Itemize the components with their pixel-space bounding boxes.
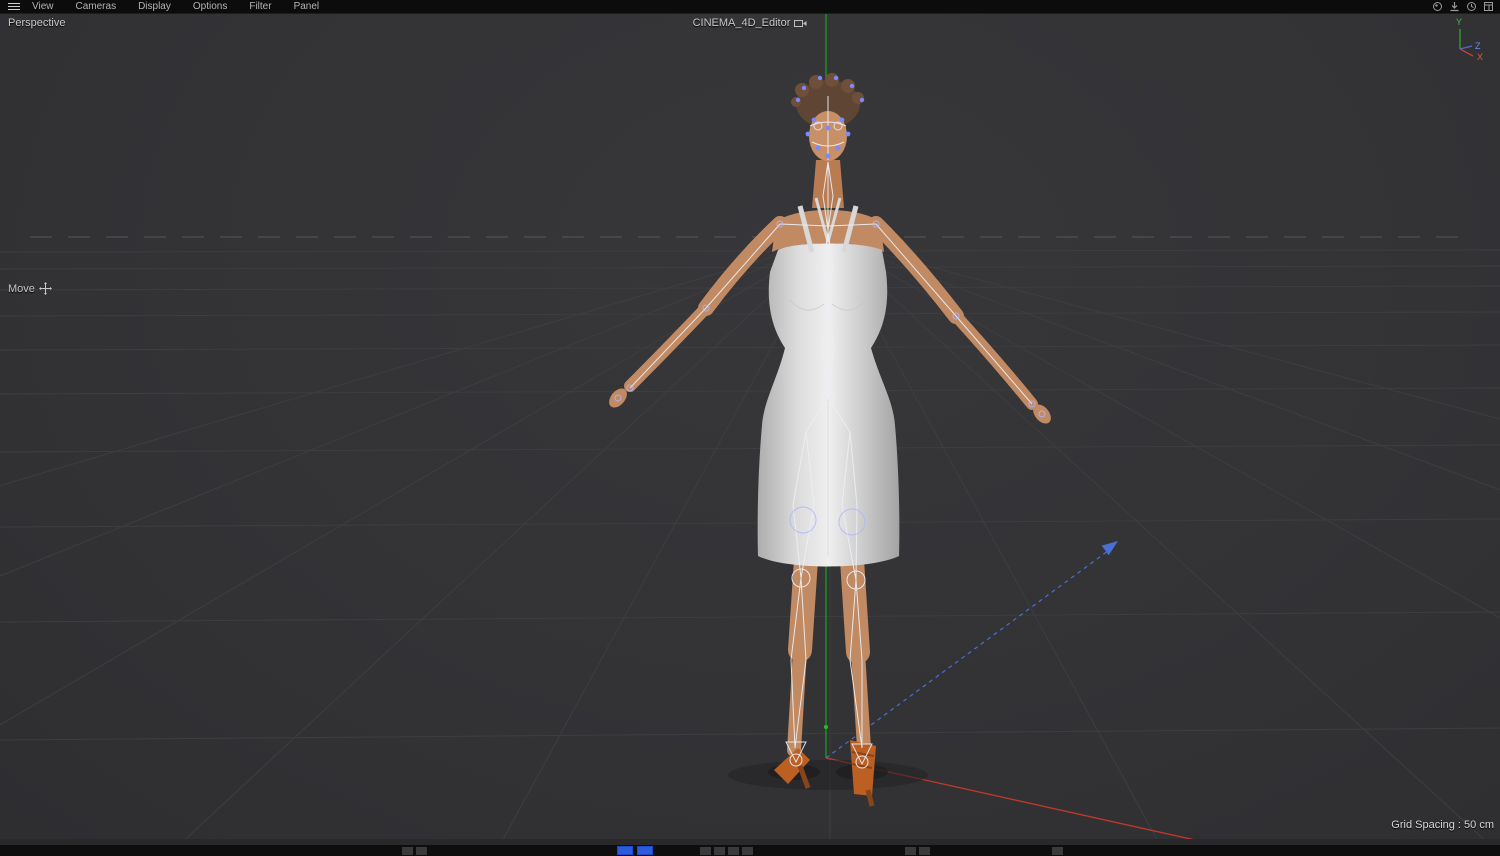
menubar-icon-group xyxy=(1432,1,1500,12)
viewport-camera-label-row: CINEMA_4D_Editor xyxy=(0,17,1500,29)
axis-z-label: Z xyxy=(1475,41,1481,51)
menu-view[interactable]: View xyxy=(32,0,54,13)
3d-viewport[interactable]: Perspective CINEMA_4D_Editor Move Grid S… xyxy=(0,13,1500,839)
menu-display[interactable]: Display xyxy=(138,0,171,13)
timeline-marker[interactable] xyxy=(919,847,930,855)
hamburger-menu-icon[interactable] xyxy=(8,2,20,11)
move-tool-icon xyxy=(38,282,52,295)
timeline-marker[interactable] xyxy=(416,847,427,855)
character-shadow xyxy=(728,760,928,790)
menu-filter[interactable]: Filter xyxy=(249,0,271,13)
timeline-marker[interactable] xyxy=(714,847,725,855)
timeline-playhead[interactable] xyxy=(617,846,633,855)
panel-layout-icon[interactable] xyxy=(1483,1,1494,12)
timeline-marker[interactable] xyxy=(728,847,739,855)
scene-canvas xyxy=(0,14,1500,839)
axis-y-label: Y xyxy=(1456,17,1462,27)
right-shoe xyxy=(850,740,876,807)
camera-icon[interactable] xyxy=(794,19,807,28)
menu-options[interactable]: Options xyxy=(193,0,227,13)
menu-cameras[interactable]: Cameras xyxy=(76,0,117,13)
clock-icon[interactable] xyxy=(1466,1,1477,12)
axis-x-label: X xyxy=(1477,52,1483,61)
timeline-marker[interactable] xyxy=(905,847,916,855)
timeline-playhead[interactable] xyxy=(637,846,653,855)
timeline-strip[interactable] xyxy=(0,845,1500,856)
arrow-down-icon[interactable] xyxy=(1449,1,1460,12)
sphere-icon[interactable] xyxy=(1432,1,1443,12)
tool-label: Move xyxy=(8,282,35,295)
timeline-marker[interactable] xyxy=(402,847,413,855)
camera-label: CINEMA_4D_Editor xyxy=(692,17,791,29)
timeline-marker[interactable] xyxy=(742,847,753,855)
menu-bar: View Cameras Display Options Filter Pane… xyxy=(0,0,1500,14)
timeline-marker[interactable] xyxy=(1052,847,1063,855)
tool-hint: Move xyxy=(8,282,52,295)
ground-grid xyxy=(0,239,1500,839)
grid-spacing-status: Grid Spacing : 50 cm xyxy=(1391,819,1494,831)
menu-panel[interactable]: Panel xyxy=(294,0,320,13)
timeline-marker[interactable] xyxy=(700,847,711,855)
axis-orientation-gizmo[interactable]: Y Z X xyxy=(1448,15,1492,66)
origin-point xyxy=(824,725,828,729)
